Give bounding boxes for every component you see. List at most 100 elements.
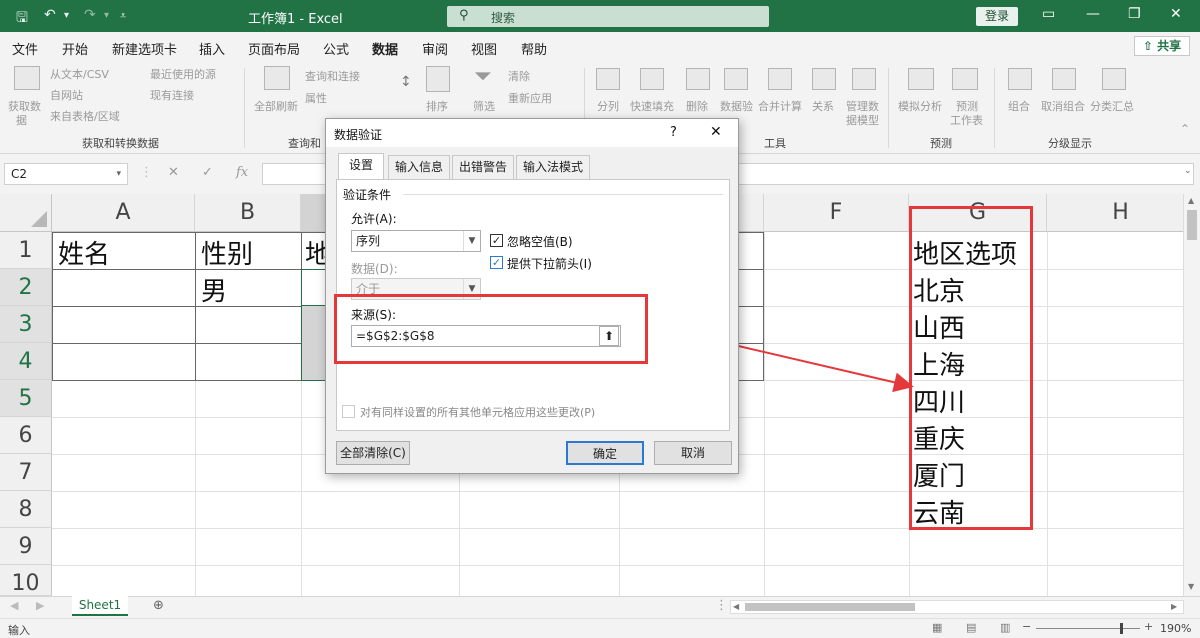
row-header-1[interactable]: 1: [0, 232, 52, 269]
consolidate-button[interactable]: 合并计算: [758, 98, 802, 114]
dropdown-arrow-label[interactable]: 提供下拉箭头(I): [507, 255, 592, 272]
forecast-sheet-button-line2[interactable]: 工作表: [950, 112, 983, 128]
tab-error-alert[interactable]: 出错警告: [452, 155, 514, 179]
existing-connections-button[interactable]: 现有连接: [150, 87, 194, 103]
ok-button[interactable]: 确定: [566, 441, 644, 465]
cell-b2[interactable]: 男: [201, 271, 227, 308]
apply-all-checkbox[interactable]: [342, 405, 355, 418]
tab-insert[interactable]: 插入: [199, 39, 225, 58]
chevron-down-icon[interactable]: ▼: [463, 231, 480, 251]
more-sheets-icon[interactable]: ⋮: [715, 598, 728, 613]
text-to-columns-button[interactable]: 分列: [597, 98, 619, 114]
clear-all-button[interactable]: 全部清除(C): [336, 441, 410, 465]
tab-review[interactable]: 审阅: [422, 39, 448, 58]
active-cell-c2[interactable]: [301, 269, 327, 306]
expand-formula-icon[interactable]: ⌄: [1184, 166, 1192, 176]
from-web-button[interactable]: 自网站: [50, 87, 83, 103]
next-sheet-icon[interactable]: ▶: [36, 599, 44, 612]
from-table-button[interactable]: 来自表格/区域: [50, 108, 120, 124]
tab-view[interactable]: 视图: [471, 39, 497, 58]
normal-view-icon[interactable]: ▦: [932, 621, 942, 634]
ignore-blank-checkbox[interactable]: ✓: [490, 234, 503, 247]
refresh-all-button[interactable]: 全部刷新: [254, 98, 298, 114]
tab-settings[interactable]: 设置: [338, 153, 384, 180]
page-layout-view-icon[interactable]: ▤: [966, 621, 976, 634]
queries-connections-button[interactable]: 查询和连接: [305, 68, 360, 84]
scroll-left-icon[interactable]: ◀: [733, 602, 739, 611]
insert-function-icon[interactable]: fx: [236, 165, 248, 180]
zoom-slider[interactable]: [1036, 628, 1140, 629]
tab-help[interactable]: 帮助: [521, 39, 547, 58]
row-header-5[interactable]: 5: [0, 380, 52, 417]
scroll-down-icon[interactable]: ▼: [1188, 582, 1194, 591]
prev-sheet-icon[interactable]: ◀: [10, 599, 18, 612]
close-icon[interactable]: ✕: [1170, 6, 1182, 22]
chevron-down-icon[interactable]: ▾: [116, 164, 121, 184]
customize-toolbar-icon[interactable]: ⩡: [120, 9, 126, 23]
data-validation-button[interactable]: 数据验: [720, 98, 753, 114]
reapply-button[interactable]: 重新应用: [508, 90, 552, 106]
column-header-a[interactable]: A: [52, 194, 195, 232]
dropdown-arrow-checkbox[interactable]: ✓: [490, 256, 503, 269]
cell-c1[interactable]: 地: [305, 234, 325, 271]
horizontal-scrollbar[interactable]: ◀ ▶: [730, 600, 1184, 614]
column-header-f[interactable]: F: [764, 194, 909, 232]
zoom-in-icon[interactable]: +: [1144, 620, 1153, 633]
redo-icon[interactable]: ↷: [84, 7, 96, 23]
add-sheet-icon[interactable]: ⊕: [153, 598, 164, 613]
help-icon[interactable]: ?: [670, 125, 677, 140]
column-header-h[interactable]: H: [1047, 194, 1183, 232]
what-if-button[interactable]: 模拟分析: [898, 98, 942, 114]
data-model-button-line2[interactable]: 据模型: [846, 112, 879, 128]
tab-input-message[interactable]: 输入信息: [388, 155, 450, 179]
row-header-10[interactable]: 10: [0, 565, 52, 596]
tab-formulas[interactable]: 公式: [323, 39, 349, 58]
redo-dropdown-icon[interactable]: ▾: [104, 10, 109, 21]
clear-filter-button[interactable]: 清除: [508, 68, 530, 84]
minimize-icon[interactable]: —: [1086, 6, 1100, 22]
cell-a1[interactable]: 姓名: [58, 234, 110, 271]
zoom-out-icon[interactable]: −: [1022, 620, 1031, 633]
cell-b1[interactable]: 性别: [201, 234, 253, 271]
apply-all-label[interactable]: 对有同样设置的所有其他单元格应用这些更改(P): [360, 404, 595, 420]
get-data-button-line2[interactable]: 据: [16, 112, 27, 128]
row-header-7[interactable]: 7: [0, 454, 52, 491]
tab-new[interactable]: 新建选项卡: [112, 39, 177, 58]
scroll-right-icon[interactable]: ▶: [1171, 602, 1177, 611]
remove-duplicates-button[interactable]: 删除: [686, 98, 708, 114]
subtotal-button[interactable]: 分类汇总: [1090, 98, 1134, 114]
row-header-3[interactable]: 3: [0, 306, 52, 343]
allow-select[interactable]: 序列 ▼: [351, 230, 481, 252]
h-scroll-thumb[interactable]: [745, 603, 915, 611]
properties-button[interactable]: 属性: [305, 90, 327, 106]
ribbon-display-options-icon[interactable]: ▭: [1042, 6, 1055, 22]
dialog-close-icon[interactable]: ✕: [710, 124, 722, 140]
sort-az-icon[interactable]: ↕: [400, 74, 412, 90]
name-box[interactable]: C2 ▾: [4, 163, 128, 185]
sort-button[interactable]: 排序: [426, 98, 448, 114]
filter-button[interactable]: 筛选: [473, 98, 495, 114]
from-text-csv-button[interactable]: 从文本/CSV: [50, 66, 109, 82]
group-button[interactable]: 组合: [1008, 98, 1030, 114]
tab-home[interactable]: 开始: [62, 39, 88, 58]
collapse-ribbon-icon[interactable]: ⌃: [1180, 122, 1190, 136]
enter-icon[interactable]: ✓: [202, 165, 213, 180]
sheet-tab-sheet1[interactable]: Sheet1: [72, 596, 128, 616]
page-break-view-icon[interactable]: ▥: [1000, 621, 1010, 634]
relationships-button[interactable]: 关系: [812, 98, 834, 114]
save-icon[interactable]: 🖫: [16, 7, 28, 31]
row-header-8[interactable]: 8: [0, 491, 52, 528]
tab-page-layout[interactable]: 页面布局: [248, 39, 300, 58]
flash-fill-button[interactable]: 快速填充: [630, 98, 674, 114]
vertical-scrollbar[interactable]: ▲ ▼: [1183, 194, 1200, 596]
scroll-thumb[interactable]: [1187, 210, 1197, 240]
undo-icon[interactable]: ↶: [44, 7, 56, 23]
row-header-6[interactable]: 6: [0, 417, 52, 454]
select-all-corner[interactable]: [0, 194, 52, 232]
share-button[interactable]: ⇧ 共享: [1134, 36, 1190, 56]
row-header-2[interactable]: 2: [0, 269, 52, 306]
tab-file[interactable]: 文件: [12, 39, 38, 58]
restore-icon[interactable]: ❐: [1128, 6, 1141, 22]
zoom-level[interactable]: 190%: [1160, 622, 1191, 635]
zoom-slider-thumb[interactable]: [1120, 623, 1123, 634]
